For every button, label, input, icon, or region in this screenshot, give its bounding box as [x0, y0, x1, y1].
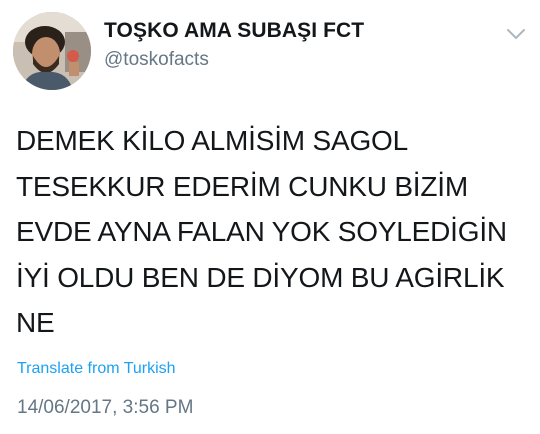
avatar-photo [13, 12, 91, 90]
tweet-timestamp[interactable]: 14/06/2017, 3:56 PM [17, 397, 193, 419]
tweet-text: DEMEK KİLO ALMİSİM SAGOL TESEKKUR EDERİM… [16, 125, 507, 338]
chevron-down-icon[interactable] [505, 26, 527, 42]
tweet-card: TOŞKO AMA SUBAŞI FCT @toskofacts DEMEK K… [0, 0, 540, 434]
author-handle[interactable]: @toskofacts [104, 49, 209, 71]
avatar[interactable] [13, 12, 91, 90]
translate-link[interactable]: Translate from Turkish [17, 360, 176, 378]
author-display-name[interactable]: TOŞKO AMA SUBAŞI FCT [104, 19, 364, 43]
